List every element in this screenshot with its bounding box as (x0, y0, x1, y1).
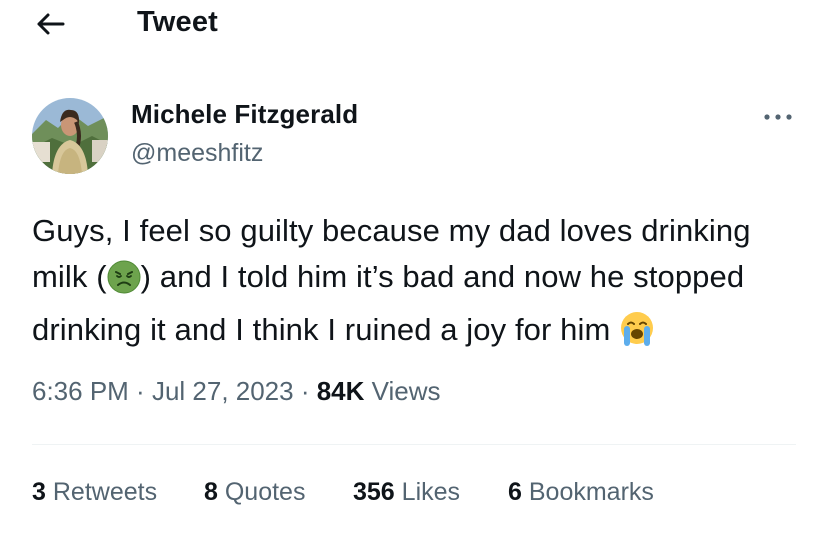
views-count: 84K (316, 376, 365, 406)
ellipsis-icon (763, 108, 793, 126)
tweet-date[interactable]: Jul 27, 2023 (152, 376, 294, 406)
likes-stat[interactable]: 356 Likes (353, 478, 460, 507)
meta-separator: · (293, 376, 317, 406)
retweets-label: Retweets (52, 478, 158, 506)
tweet-time[interactable]: 6:36 PM (32, 376, 129, 406)
bookmarks-stat[interactable]: 6 Bookmarks (508, 478, 654, 507)
display-name[interactable]: Michele Fitzgerald (131, 99, 358, 130)
tweet-text: Guys, I feel so guilty because my dad lo… (32, 208, 812, 360)
retweets-stat[interactable]: 3 Retweets (32, 478, 157, 507)
quotes-stat[interactable]: 8 Quotes (204, 478, 305, 507)
arrow-left-icon (35, 12, 65, 41)
quotes-count: 8 (204, 478, 218, 506)
quotes-label: Quotes (224, 478, 306, 506)
likes-count: 356 (353, 478, 395, 506)
more-options-button[interactable] (758, 104, 798, 130)
back-button[interactable] (30, 10, 70, 42)
divider (32, 444, 796, 445)
loudly-crying-face-emoji-icon (619, 311, 655, 360)
bookmarks-label: Bookmarks (528, 478, 654, 506)
user-handle[interactable]: @meeshfitz (131, 139, 263, 168)
meta-separator: · (128, 376, 152, 406)
nauseated-face-emoji-icon (107, 260, 141, 307)
tweet-page: Tweet Michele Fitzgerald @meeshfitz Guys… (0, 0, 828, 537)
tweet-meta: 6:36 PM · Jul 27, 2023 · 84K Views (32, 376, 441, 407)
avatar[interactable] (32, 98, 108, 174)
bookmarks-count: 6 (508, 478, 522, 506)
views-label: Views (371, 376, 441, 406)
page-title: Tweet (137, 6, 219, 38)
retweets-count: 3 (32, 478, 46, 506)
likes-label: Likes (401, 478, 461, 506)
